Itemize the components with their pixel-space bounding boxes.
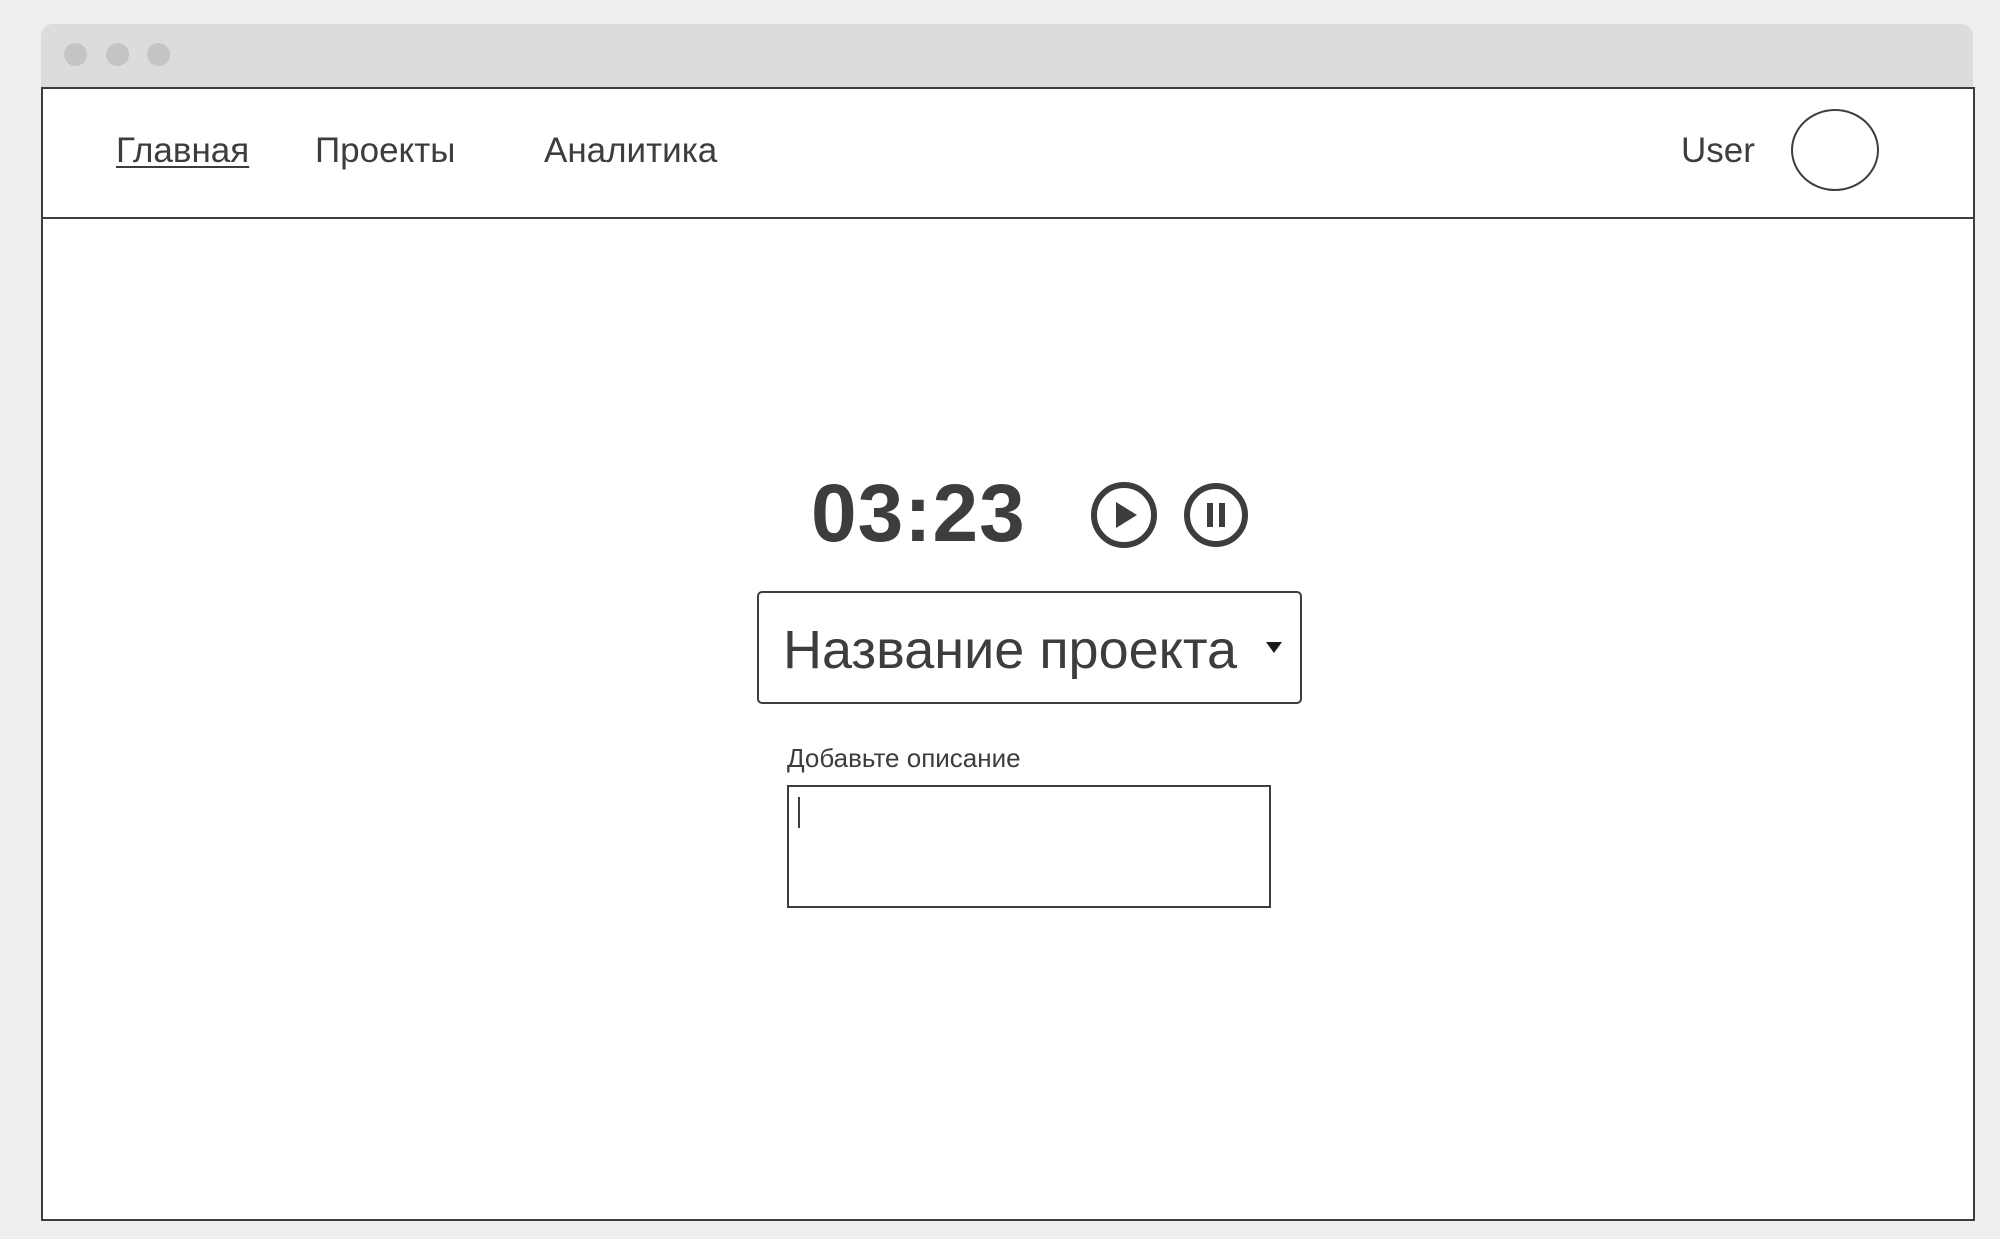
project-select-value: Название проекта: [783, 620, 1238, 680]
pause-icon: [1184, 483, 1248, 547]
timer-display: 03:23: [811, 468, 1026, 559]
page-frame: Главная Проекты Аналитика User 03:23 Наз…: [41, 87, 1975, 1221]
dropdown-arrow-icon: [1266, 642, 1282, 653]
user-name: User: [1681, 131, 1755, 170]
description-input[interactable]: [787, 785, 1271, 908]
play-button[interactable]: [1090, 481, 1158, 549]
window-titlebar: [41, 24, 1973, 88]
description-label: Добавьте описание: [787, 743, 1021, 773]
nav-item-analytics[interactable]: Аналитика: [544, 131, 717, 171]
project-select[interactable]: Название проекта: [757, 591, 1302, 704]
window-maximize-dot[interactable]: [147, 43, 170, 66]
pause-button[interactable]: [1182, 481, 1250, 549]
browser-window: Главная Проекты Аналитика User 03:23 Наз…: [41, 24, 1975, 1221]
text-caret: [798, 797, 800, 828]
avatar[interactable]: [1791, 109, 1879, 191]
play-icon: [1091, 482, 1157, 548]
top-navbar: Главная Проекты Аналитика User: [43, 89, 1973, 219]
nav-item-projects[interactable]: Проекты: [315, 131, 455, 171]
nav-item-home[interactable]: Главная: [116, 131, 249, 171]
window-minimize-dot[interactable]: [106, 43, 129, 66]
window-close-dot[interactable]: [64, 43, 87, 66]
